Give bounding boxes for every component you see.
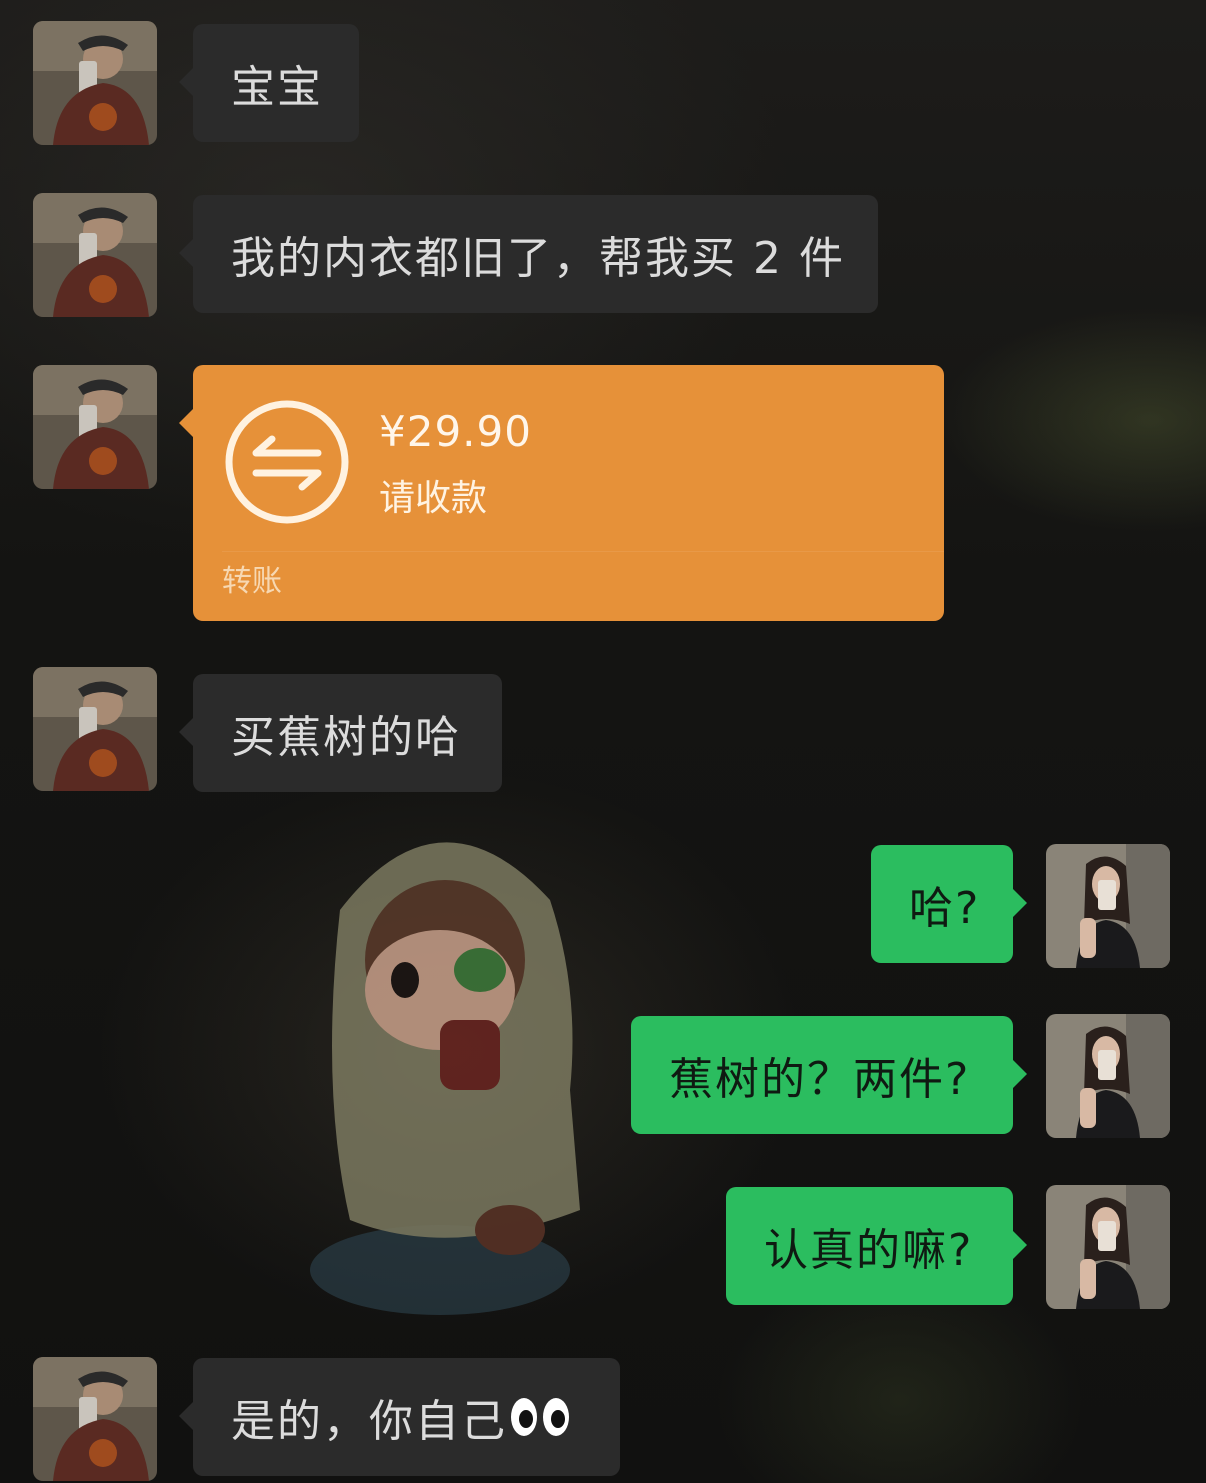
- contact-avatar[interactable]: [33, 365, 157, 489]
- transfer-card[interactable]: ¥29.90 请收款 转账: [179, 365, 944, 621]
- my-avatar[interactable]: [1046, 1185, 1170, 1309]
- contact-avatar[interactable]: [33, 667, 157, 791]
- transfer-icon: [225, 400, 349, 524]
- my-avatar[interactable]: [1046, 844, 1170, 968]
- message-bubble-incoming[interactable]: 我的内衣都旧了，帮我买 2 件: [179, 195, 878, 313]
- message-text: 我的内衣都旧了，帮我买 2 件: [231, 233, 845, 284]
- message-bubble-incoming[interactable]: 是的，你自己: [179, 1358, 620, 1476]
- eyes-emoji-icon: [511, 1398, 569, 1436]
- message-bubble-incoming[interactable]: 买蕉树的哈: [179, 674, 502, 792]
- contact-avatar[interactable]: [33, 1357, 157, 1481]
- message-text: 蕉树的？两件?: [669, 1054, 971, 1105]
- message-text: 是的，你自己: [231, 1396, 507, 1447]
- message-text: 买蕉树的哈: [231, 712, 461, 763]
- my-avatar[interactable]: [1046, 1014, 1170, 1138]
- message-text: 认真的嘛?: [764, 1225, 974, 1276]
- contact-avatar[interactable]: [33, 21, 157, 145]
- message-text: 宝宝: [231, 62, 323, 113]
- message-text: 哈?: [909, 883, 981, 934]
- raincoat-figure-wallpaper: [310, 842, 580, 1315]
- transfer-divider: [222, 551, 944, 552]
- contact-avatar[interactable]: [33, 193, 157, 317]
- message-bubble-outgoing[interactable]: 认真的嘛?: [726, 1187, 1027, 1305]
- transfer-note: 请收款: [379, 478, 488, 519]
- message-bubble-outgoing[interactable]: 蕉树的？两件?: [631, 1016, 1027, 1134]
- transfer-label: 转账: [222, 564, 282, 599]
- transfer-amount: ¥29.90: [379, 407, 532, 456]
- message-bubble-outgoing[interactable]: 哈?: [871, 845, 1027, 963]
- message-bubble-incoming[interactable]: 宝宝: [179, 24, 359, 142]
